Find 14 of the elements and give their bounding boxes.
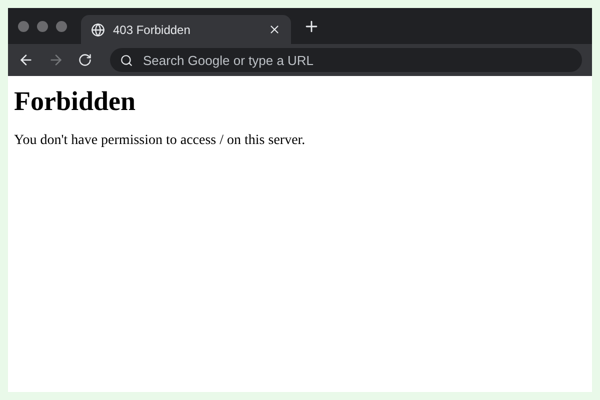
page-heading: Forbidden [14, 86, 137, 117]
search-icon [120, 54, 133, 66]
back-button[interactable] [18, 52, 34, 68]
error-message: You don't have permission to access / on this server. [14, 133, 306, 149]
globe-icon [91, 22, 105, 36]
browser-tab[interactable]: 403 Forbidden [81, 15, 291, 44]
window-control-dot[interactable] [56, 20, 67, 32]
tab-title: 403 Forbidden [113, 22, 192, 36]
close-tab-button[interactable] [268, 23, 281, 36]
reload-icon [78, 53, 92, 67]
address-bar[interactable]: Search Google or type a URL [110, 48, 582, 72]
window-control-dot[interactable] [37, 20, 48, 32]
reload-button[interactable] [78, 53, 92, 67]
window-control-dot[interactable] [18, 20, 29, 32]
